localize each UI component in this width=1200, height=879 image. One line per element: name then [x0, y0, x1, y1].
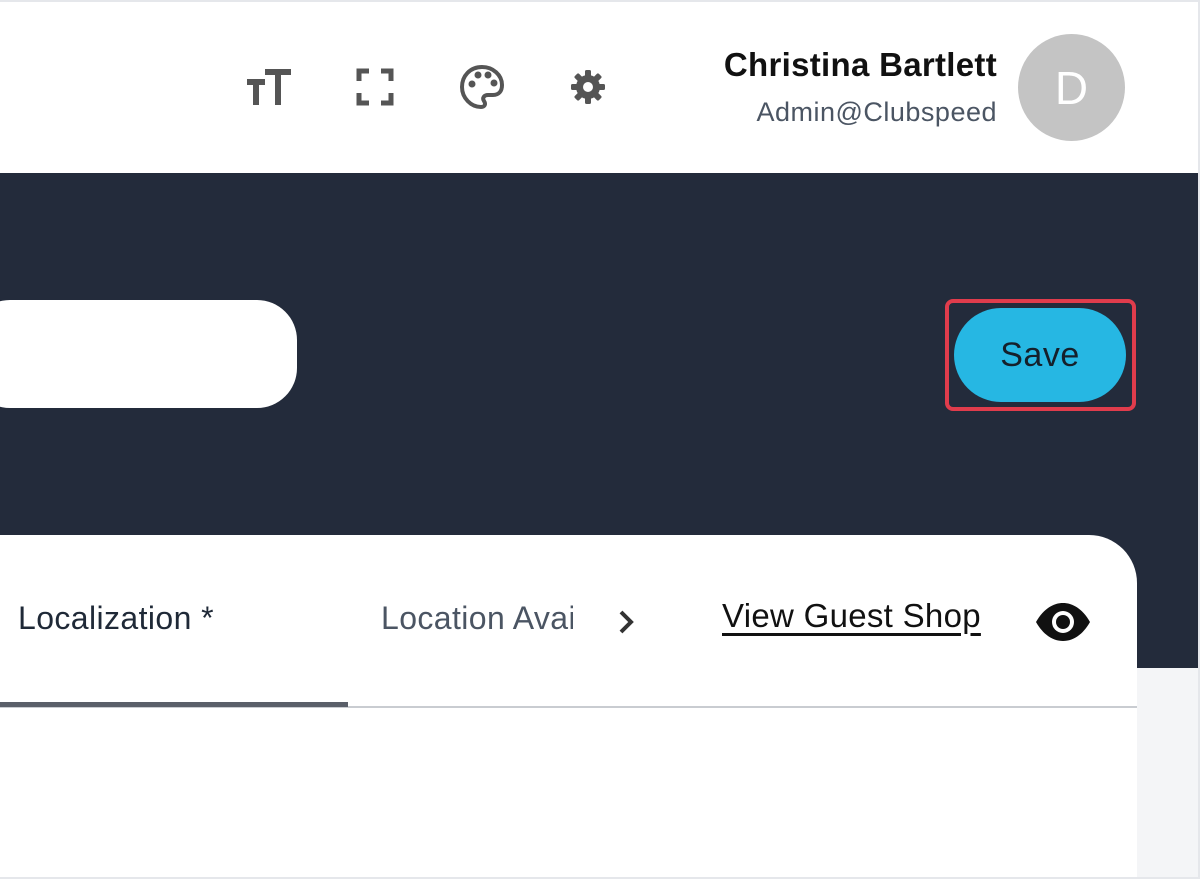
- app-frame: Christina Bartlett Admin@Clubspeed D Sav…: [0, 0, 1200, 879]
- fullscreen-icon[interactable]: [350, 62, 400, 112]
- palette-icon[interactable]: [457, 62, 507, 112]
- chevron-right-icon[interactable]: [610, 604, 642, 640]
- user-role: Admin@Clubspeed: [756, 97, 997, 127]
- tab-localization[interactable]: Localization *: [18, 600, 214, 637]
- gear-icon[interactable]: [563, 62, 613, 112]
- top-header: Christina Bartlett Admin@Clubspeed D: [0, 2, 1198, 173]
- avatar[interactable]: D: [1018, 34, 1125, 141]
- save-button[interactable]: Save: [954, 308, 1126, 402]
- eye-icon[interactable]: [1034, 600, 1092, 644]
- name-input[interactable]: [0, 300, 297, 408]
- text-size-icon[interactable]: [244, 62, 294, 112]
- view-guest-shop-link[interactable]: View Guest Shop: [722, 597, 981, 635]
- user-name: Christina Bartlett: [723, 46, 997, 83]
- active-tab-indicator: [0, 702, 348, 707]
- tab-location-availability[interactable]: Location Availability: [381, 600, 573, 637]
